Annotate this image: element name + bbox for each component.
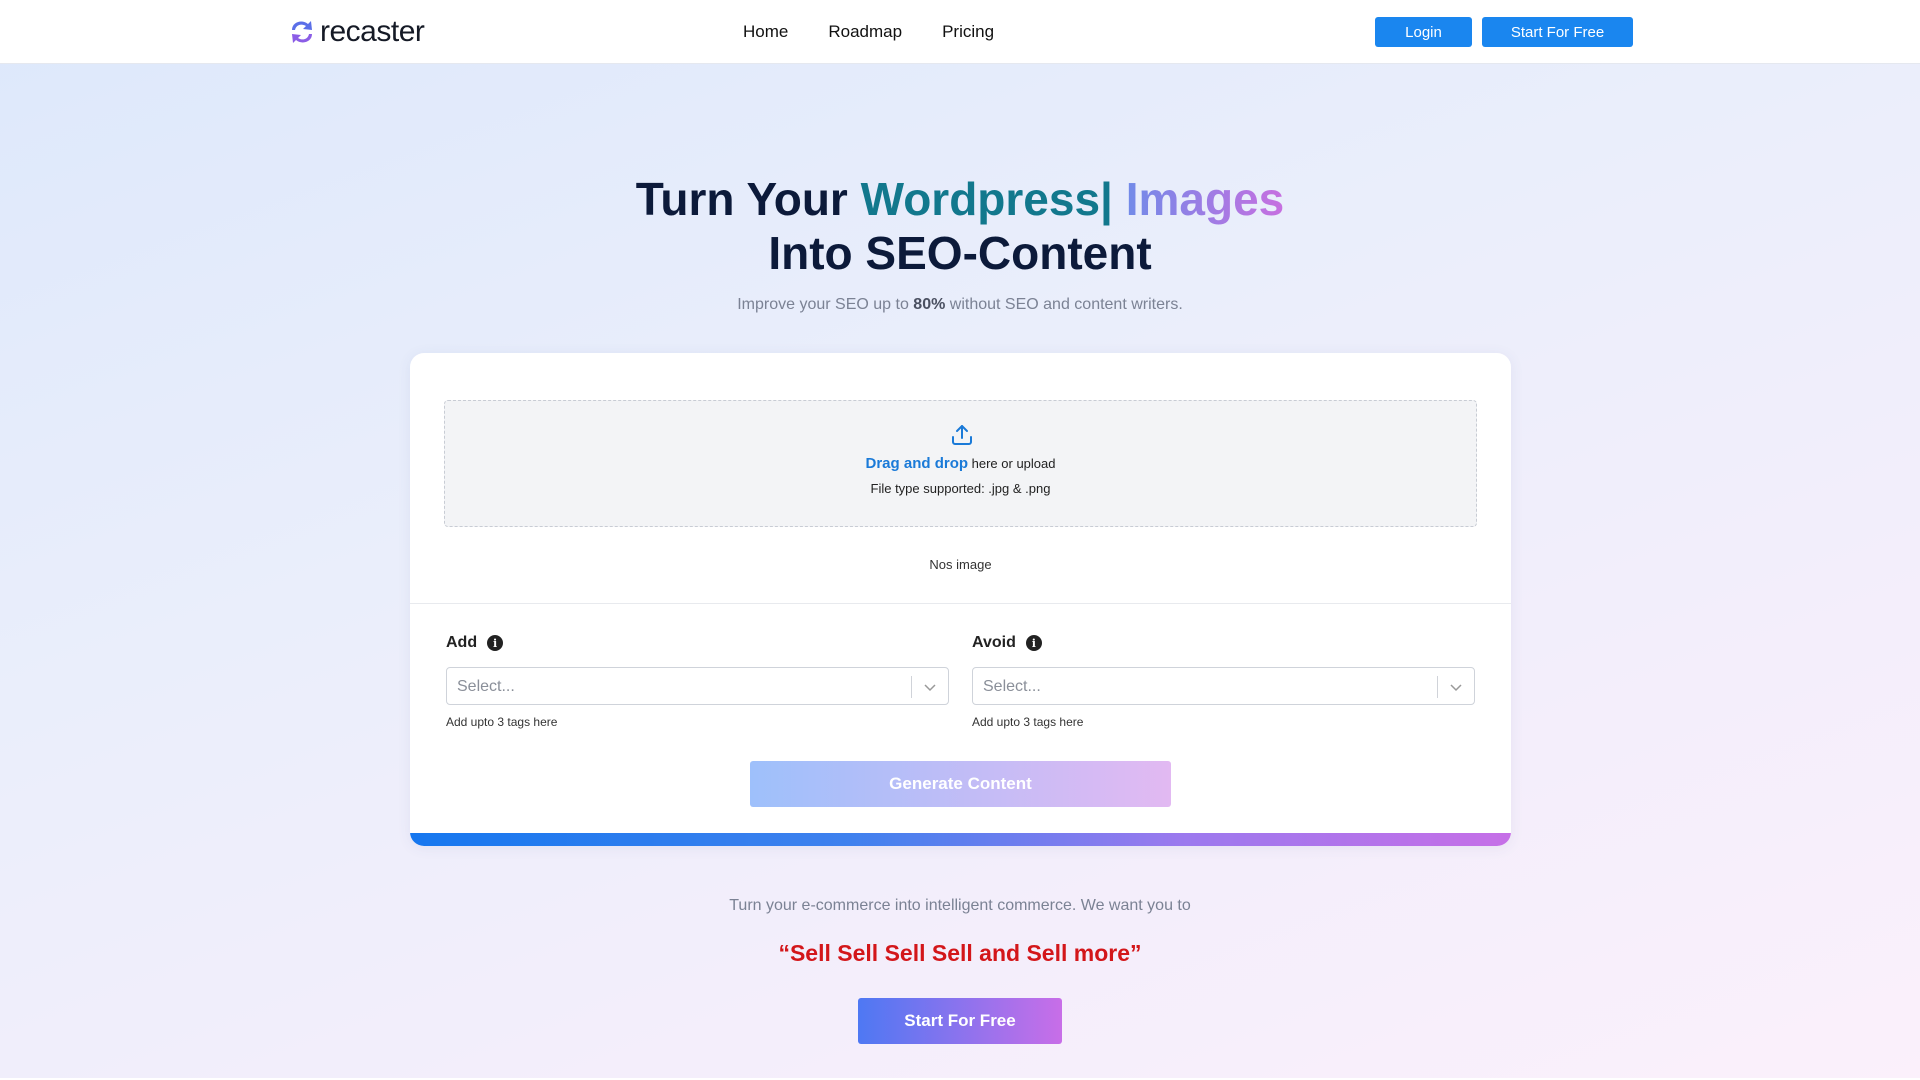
nav-home[interactable]: Home <box>743 21 788 43</box>
generate-content-button[interactable]: Generate Content <box>750 761 1171 807</box>
hero-title-part1: Turn Your <box>635 173 861 225</box>
main-nav: Home Roadmap Pricing <box>743 21 1034 43</box>
start-for-free-button[interactable]: Start For Free <box>1482 17 1633 47</box>
add-tags-field: Add i Select... Add upto 3 tags here <box>446 631 949 729</box>
hero-title-highlight1: Wordpress| <box>860 173 1113 225</box>
avoid-tags-field: Avoid i Select... Add upto 3 tags here <box>972 631 1475 729</box>
upload-icon <box>952 425 972 445</box>
hero-subtitle-bold: 80% <box>913 296 946 313</box>
add-label: Add <box>446 634 478 651</box>
sell-quote: “Sell Sell Sell Sell and Sell more” <box>778 940 1142 966</box>
avoid-hint: Add upto 3 tags here <box>972 715 1084 729</box>
upload-dropzone[interactable]: Drag and drop here or upload File type s… <box>444 400 1477 527</box>
add-tags-select[interactable]: Select... <box>446 667 949 705</box>
chevron-down-icon[interactable] <box>922 679 938 695</box>
info-icon[interactable]: i <box>1025 635 1042 651</box>
avoid-label-row: Avoid i <box>972 631 1475 655</box>
divider <box>410 603 1511 604</box>
hero-subtitle-post: without SEO and content writers. <box>945 296 1183 313</box>
start-for-free-cta-button[interactable]: Start For Free <box>858 998 1062 1044</box>
nav-pricing[interactable]: Pricing <box>942 21 994 43</box>
nav-roadmap[interactable]: Roadmap <box>828 21 902 43</box>
add-hint: Add upto 3 tags here <box>446 715 558 729</box>
avoid-select-placeholder: Select... <box>983 678 1041 695</box>
add-select-placeholder: Select... <box>457 678 515 695</box>
image-status: Nos image <box>929 557 992 572</box>
hero-subtitle: Improve your SEO up to 80% without SEO a… <box>0 296 1920 314</box>
logo-text: recaster <box>320 15 425 48</box>
hero-title-highlight2: Images <box>1112 173 1285 225</box>
hero-title-line2: Into SEO-Content <box>768 227 1152 279</box>
drag-and-drop-text[interactable]: Drag and drop <box>866 455 969 472</box>
login-button[interactable]: Login <box>1375 17 1472 47</box>
file-type-hint: File type supported: .jpg & .png <box>870 481 1051 496</box>
recaster-logo-icon <box>292 21 312 43</box>
add-label-row: Add i <box>446 631 949 655</box>
dropzone-instructions: Drag and drop here or upload <box>445 455 1476 472</box>
generator-card: Drag and drop here or upload File type s… <box>410 353 1511 846</box>
upload-text: here or upload <box>968 456 1056 471</box>
hero-title: Turn Your Wordpress| Images Into SEO-Con… <box>0 172 1920 280</box>
hero-subtitle-pre: Improve your SEO up to <box>737 296 914 313</box>
chevron-down-icon[interactable] <box>1448 679 1464 695</box>
avoid-label: Avoid <box>972 634 1016 651</box>
bottom-tagline: Turn your e-commerce into intelligent co… <box>729 897 1191 914</box>
select-separator <box>911 676 912 698</box>
info-icon[interactable]: i <box>487 635 504 651</box>
top-header: recaster Home Roadmap Pricing Login Star… <box>0 0 1920 64</box>
select-separator <box>1437 676 1438 698</box>
logo[interactable]: recaster <box>288 14 425 50</box>
avoid-tags-select[interactable]: Select... <box>972 667 1475 705</box>
card-gradient-bar <box>410 833 1511 846</box>
